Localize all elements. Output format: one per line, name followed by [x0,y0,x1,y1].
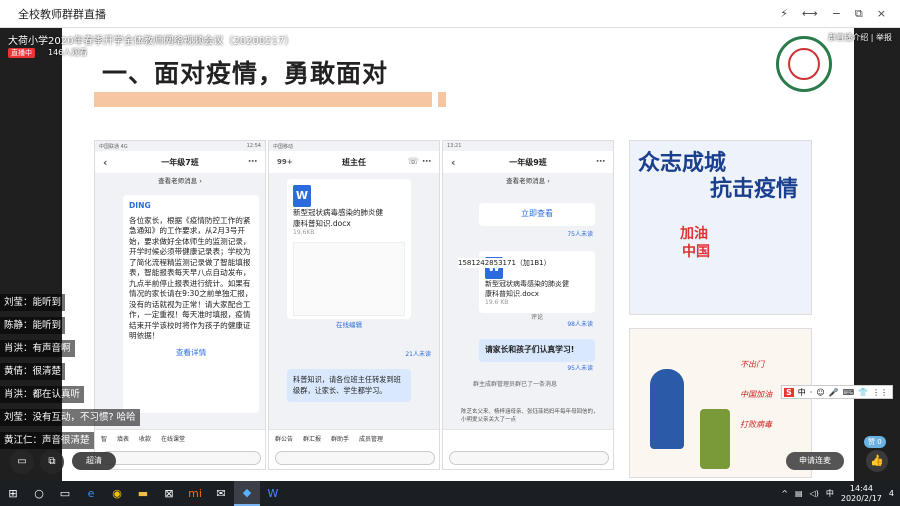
phone-nav: ‹ 一年级9班 ⋯ [443,151,613,173]
chat-overlay: 刘莹：能听到 陈静：能听到 肖洪：有声音啊 黄倩：很清楚 肖洪：都在认真听 刘莹… [0,294,140,455]
chat-message: 陈静：能听到 [0,317,66,334]
message-bubble: 请家长和孩子们认真学习! [479,339,595,362]
pip-icon[interactable]: ⧉ [40,450,64,474]
chat-message: 黄倩：很清楚 [0,363,66,380]
window-title: 全校教师群群直播 [18,7,106,21]
pin-icon[interactable]: ⚡ [780,7,788,21]
qq-live-icon[interactable]: ◆ [234,481,260,506]
stream-header: 大荷小学2020年春季开学全体教师网络视频会议（20200217） 直播中 14… [0,28,900,62]
minimize-icon[interactable]: − [832,7,841,21]
chat-message: 刘莹：没有互动，不习惯? 哈哈 [0,409,140,426]
start-icon[interactable]: ⊞ [0,481,26,506]
orange-bar [94,92,430,107]
chat-message: 肖洪：都在认真听 [0,386,85,403]
quality-button[interactable]: 超清 [72,452,116,470]
search-icon[interactable]: ○ [26,481,52,506]
chat-message: 黄江仁：声音很清楚 [0,432,94,449]
ime-indicator[interactable]: 中 [826,488,834,499]
network-icon[interactable]: ▤ [795,489,803,498]
close-icon[interactable]: × [877,7,886,21]
poster-fight-epidemic: 众志成城 抗击疫情 加油 中国 [629,140,812,315]
doc-card[interactable]: W 新型冠状病毒感染的肺炎健康科普知识.docx 19.6KB 在线编辑 [287,179,411,329]
orange-bar-small [424,92,432,107]
window-controls: ⚡ ⟷ − ⧉ × [780,7,900,21]
phone-subtitle: 查看老师消息 › [158,177,202,185]
system-tray: ^ ▤ ◁) 中 14:44 2020/2/17 4 [781,484,900,504]
header-links[interactable]: 群直播介绍 | 举报 [828,32,892,43]
view-now-button[interactable]: 立即查看 [479,203,595,226]
phone-status: 中国移动 [273,144,294,150]
message-bubble: DING 各位家长，根据《疫情防控工作的紧急通知》的工作要求，从2月3号开始，要… [123,195,259,413]
like-count-badge: 赞 0 [864,436,886,448]
fullscreen-icon[interactable]: ⟷ [802,7,818,21]
live-badge: 直播中 [8,48,35,58]
phone-number-text: 1581242853171（加1B1） [458,258,551,268]
chrome-icon[interactable]: ◉ [104,481,130,506]
explorer-icon[interactable]: ▬ [130,481,156,506]
phone-screenshot-3: 13:21 ‹一年级9班⋯ 查看老师消息 › 立即查看 75人未读 W 新型冠状… [442,140,614,470]
task-view-icon[interactable]: ▭ [52,481,78,506]
stream-title: 大荷小学2020年春季开学全体教师网络视频会议（20200217） [8,36,295,47]
phone-nav: 99+ 班主任 ☏ ⋯ [269,151,439,173]
chat-message: 刘莹：能听到 [0,294,66,311]
notification-icon[interactable]: 4 [889,489,894,498]
volume-icon[interactable]: ◁) [810,489,819,498]
tray-up-icon[interactable]: ^ [781,489,788,498]
presentation-slide: 一、面对疫情，勇敢面对 中国联通 4G 12:54 ‹ 一年级7班 ⋯ 查看老师消息… [62,28,854,481]
word-icon[interactable]: W [260,481,286,506]
viewer-count: 146人观看 [48,48,88,57]
window-titlebar: 全校教师群群直播 ⚡ ⟷ − ⧉ × [0,0,900,28]
restore-icon[interactable]: ⧉ [855,7,863,21]
windows-taskbar: ⊞ ○ ▭ e ◉ ▬ ⊠ mi ✉ ◆ W ^ ▤ ◁) 中 14:44 20… [0,481,900,506]
store-icon[interactable]: ⊠ [156,481,182,506]
join-mic-button[interactable]: 申请连麦 [786,452,844,470]
phone-nav: ‹ 一年级7班 ⋯ [95,151,265,173]
input-method-bar[interactable]: S 中 · ☺ 🎤 ⌨ 👕 ⋮⋮ [781,385,893,399]
danmaku-icon[interactable]: ▭ [10,450,34,474]
phone-status: 中国联通 4G 12:54 [99,143,261,150]
message-bubble: 科普知识，请各位班主任转发到班级群，让家长、学生都学习。 [287,369,411,402]
player-controls: ▭ ⧉ 超清 [0,448,900,480]
edge-icon[interactable]: e [78,481,104,506]
read-count: 21人未读 [405,351,431,358]
clock[interactable]: 14:44 2020/2/17 [841,484,882,504]
phone-subtitle: 查看老师消息 › [506,177,550,185]
chat-message: 肖洪：有声音啊 [0,340,75,357]
phone-status: 13:21 [447,143,462,149]
mail-icon[interactable]: ✉ [208,481,234,506]
phone-screenshot-2: 中国移动 99+ 班主任 ☏ ⋯ W 新型冠状病毒感染的肺炎健康科普知识.docx … [268,140,440,470]
mi-icon[interactable]: mi [182,481,208,506]
orange-bar-small [438,92,446,107]
